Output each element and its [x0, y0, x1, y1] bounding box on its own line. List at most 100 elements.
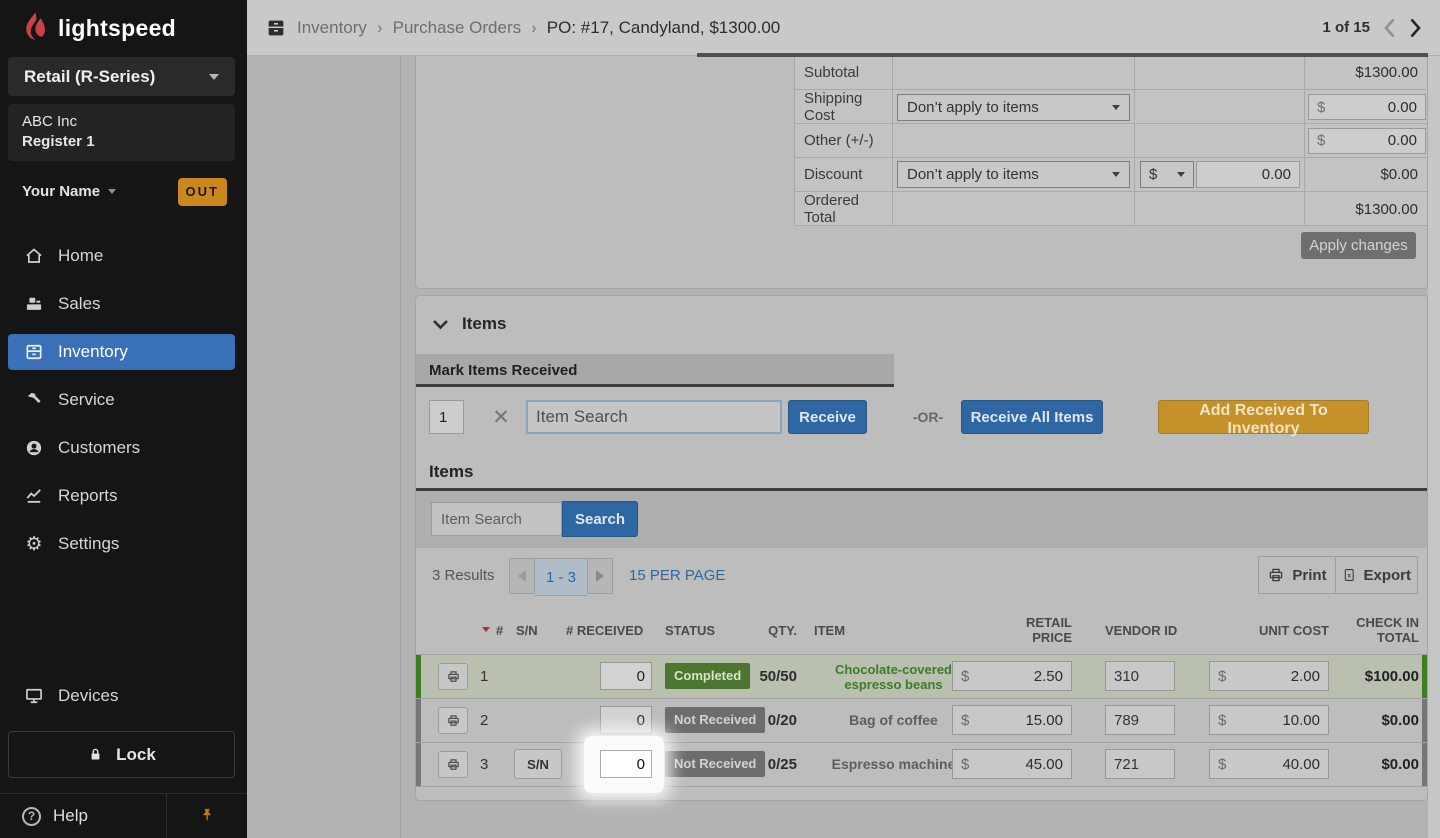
- row-print-button[interactable]: [438, 707, 468, 734]
- other-amount-field[interactable]: $ 0.00: [1308, 128, 1426, 154]
- shipping-apply-select[interactable]: Don’t apply to items: [897, 94, 1130, 121]
- export-button[interactable]: x Export: [1335, 556, 1418, 594]
- help-button[interactable]: ? Help: [0, 806, 166, 826]
- received-quantity-input[interactable]: [600, 706, 652, 734]
- sidebar-item-inventory[interactable]: Inventory: [8, 334, 235, 370]
- items-search-input[interactable]: [431, 502, 562, 536]
- help-label: Help: [53, 806, 88, 826]
- lock-button[interactable]: Lock: [8, 731, 235, 778]
- logo-text: lightspeed: [58, 15, 176, 42]
- breadcrumb-purchase-orders[interactable]: Purchase Orders: [393, 18, 522, 38]
- product-selector[interactable]: Retail (R-Series): [8, 57, 235, 96]
- mark-items-received-header: Mark Items Received: [416, 354, 894, 387]
- serial-number-button[interactable]: S/N: [514, 749, 562, 779]
- per-page-link[interactable]: 15 PER PAGE: [629, 548, 725, 604]
- column-header-item[interactable]: ITEM: [814, 606, 845, 654]
- previous-po-chevron-icon[interactable]: [1383, 17, 1396, 39]
- vendor-id-input[interactable]: [1105, 661, 1175, 691]
- receive-button[interactable]: Receive: [788, 400, 867, 434]
- sidebar-item-home[interactable]: Home: [8, 238, 235, 274]
- sidebar-item-label: Settings: [58, 534, 119, 554]
- table-row: 2 Not Received 0/20 Bag of coffee $ $: [416, 698, 1427, 742]
- table-row: 1 Completed 50/50 Chocolate-covered espr…: [416, 654, 1427, 698]
- hammer-icon: [24, 390, 44, 410]
- discount-apply-select[interactable]: Don’t apply to items: [897, 161, 1130, 188]
- sidebar-bottom-bar: ? Help: [0, 793, 247, 838]
- column-header-check-in-total[interactable]: CHECK IN TOTAL: [1351, 606, 1419, 654]
- column-header-received[interactable]: # RECEIVED: [566, 606, 643, 654]
- receive-all-items-button[interactable]: Receive All Items: [961, 400, 1103, 434]
- totals-table: Subtotal $1300.00 Shipping Cost Don’t ap…: [794, 56, 1427, 226]
- row-print-button[interactable]: [438, 663, 468, 690]
- lightspeed-logo[interactable]: lightspeed: [20, 10, 176, 46]
- sidebar-item-sales[interactable]: Sales: [8, 286, 235, 322]
- pager-previous-button[interactable]: [509, 558, 535, 594]
- sidebar-item-devices[interactable]: Devices: [8, 678, 235, 714]
- sidebar-item-reports[interactable]: Reports: [8, 478, 235, 514]
- add-received-to-inventory-button[interactable]: Add Received To Inventory: [1158, 400, 1369, 434]
- pin-sidebar-button[interactable]: [167, 806, 247, 826]
- retail-price-input[interactable]: [969, 749, 1071, 779]
- print-button[interactable]: Print: [1258, 556, 1336, 594]
- apply-changes-button[interactable]: Apply changes: [1301, 232, 1416, 259]
- ordered-total-value: $1300.00: [1305, 192, 1428, 226]
- retail-price-input[interactable]: [969, 705, 1071, 735]
- row-print-button[interactable]: [438, 751, 468, 778]
- row-qty: 0/25: [746, 743, 797, 786]
- help-icon: ?: [22, 807, 41, 826]
- breadcrumb-inventory[interactable]: Inventory: [297, 18, 367, 38]
- sidebar-devices: Devices: [8, 678, 235, 726]
- column-header-vendor-id[interactable]: VENDOR ID: [1105, 606, 1177, 654]
- sidebar-item-label: Customers: [58, 438, 140, 458]
- column-header-qty[interactable]: QTY.: [756, 606, 797, 654]
- sidebar-item-label: Home: [58, 246, 103, 266]
- retail-price-field: $: [952, 749, 1072, 779]
- sidebar-item-label: Devices: [58, 686, 118, 706]
- collapse-chevron-icon[interactable]: [432, 319, 449, 330]
- product-selector-label: Retail (R-Series): [24, 67, 155, 87]
- subtotal-row: Subtotal $1300.00: [795, 56, 1427, 90]
- sidebar-nav: Home Sales Inventory Service: [8, 238, 235, 574]
- discount-total: $0.00: [1305, 158, 1428, 191]
- shipping-amount-field[interactable]: $ 0.00: [1308, 94, 1426, 120]
- received-quantity-input[interactable]: [600, 750, 652, 778]
- other-amount: 0.00: [1388, 132, 1425, 149]
- clock-out-button[interactable]: OUT: [178, 178, 227, 206]
- sidebar-item-customers[interactable]: Customers: [8, 430, 235, 466]
- pager-next-button[interactable]: [587, 558, 613, 594]
- clear-icon[interactable]: ✕: [488, 400, 514, 434]
- vendor-id-input[interactable]: [1105, 705, 1175, 735]
- chevron-down-icon: [1177, 172, 1185, 177]
- account-box[interactable]: ABC Inc Register 1: [8, 104, 235, 161]
- sidebar-item-label: Reports: [58, 486, 118, 506]
- column-header-unit-cost[interactable]: UNIT COST: [1249, 606, 1329, 654]
- receive-quantity-input[interactable]: [429, 400, 464, 434]
- received-quantity-input[interactable]: [600, 662, 652, 690]
- column-header-retail-price[interactable]: RETAIL PRICE: [1020, 606, 1072, 654]
- column-header-sn[interactable]: S/N: [516, 606, 538, 654]
- breadcrumb: Inventory › Purchase Orders › PO: #17, C…: [247, 17, 780, 39]
- discount-amount-input[interactable]: [1196, 161, 1300, 188]
- receive-item-search-input[interactable]: [526, 400, 782, 434]
- triangle-right-icon: [596, 570, 604, 582]
- sidebar-item-settings[interactable]: ⚙ Settings: [8, 526, 235, 562]
- currency-symbol: $: [1210, 712, 1226, 729]
- retail-price-input[interactable]: [969, 661, 1071, 691]
- vertical-scrollbar[interactable]: [1428, 56, 1440, 838]
- next-po-chevron-icon[interactable]: [1409, 17, 1422, 39]
- items-section-title: Items: [462, 314, 506, 334]
- column-header-status[interactable]: STATUS: [665, 606, 715, 654]
- discount-unit-select[interactable]: $: [1140, 161, 1194, 188]
- pager-range[interactable]: 1 - 3: [535, 558, 587, 596]
- chevron-down-icon: [108, 189, 116, 194]
- chevron-down-icon: [209, 74, 219, 80]
- items-search-toolbar: Search: [416, 491, 1427, 548]
- po-totals-card: Subtotal $1300.00 Shipping Cost Don’t ap…: [415, 56, 1428, 289]
- column-header-number[interactable]: #: [496, 606, 503, 654]
- user-menu[interactable]: Your Name: [22, 183, 116, 200]
- vendor-id-input[interactable]: [1105, 749, 1175, 779]
- sidebar-item-service[interactable]: Service: [8, 382, 235, 418]
- row-status-stripe: [416, 655, 421, 698]
- check-in-total: $0.00: [1296, 743, 1419, 786]
- items-search-button[interactable]: Search: [562, 501, 638, 537]
